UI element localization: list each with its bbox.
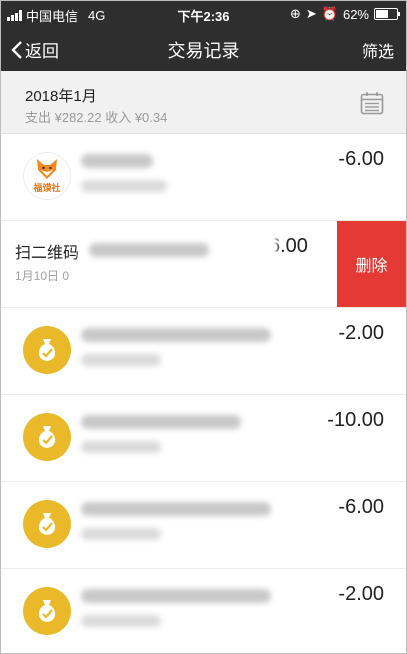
redacted-title bbox=[81, 502, 271, 516]
transaction-amount: -6.00 bbox=[338, 496, 384, 518]
redacted-title bbox=[81, 589, 271, 603]
transaction-amount: -6.00 bbox=[338, 148, 384, 170]
redacted-details bbox=[79, 227, 277, 301]
status-bar: 中国电信 4G 下午2:36 ⊕ ➤ ⏰ 62% bbox=[1, 1, 406, 27]
page-title: 交易记录 bbox=[167, 41, 240, 61]
money-bag-icon bbox=[38, 426, 56, 448]
redacted-subtitle bbox=[81, 528, 161, 540]
transaction-row[interactable]: -10.00 bbox=[1, 395, 406, 482]
fox-icon bbox=[37, 159, 57, 179]
calendar-icon[interactable] bbox=[360, 91, 384, 115]
merchant-logo-text: 福馍社 bbox=[33, 183, 61, 193]
transaction-amount: -2.00 bbox=[338, 322, 384, 344]
merchant-logo: 福馍社 bbox=[23, 152, 71, 200]
transaction-amount: -10.00 bbox=[327, 409, 384, 431]
transaction-row-swiped[interactable]: 扫二维码 1月10日 0 6.00 删除 bbox=[1, 221, 406, 308]
rotation-lock-icon: ⊕ bbox=[289, 6, 301, 21]
filter-button[interactable]: 筛选 bbox=[362, 38, 394, 62]
battery-icon bbox=[374, 8, 400, 20]
redacted-title bbox=[81, 154, 153, 168]
transaction-row[interactable]: 福馍社 -6.00 bbox=[1, 134, 406, 221]
month-title: 2018年1月 bbox=[25, 88, 97, 105]
money-bag-icon bbox=[38, 513, 56, 535]
month-header: 2018年1月 支出 ¥282.22 收入 ¥0.34 bbox=[1, 71, 406, 134]
payment-avatar bbox=[23, 500, 71, 548]
alarm-icon: ⏰ bbox=[321, 6, 338, 21]
payment-avatar bbox=[23, 326, 71, 374]
redacted-title bbox=[81, 415, 241, 429]
redacted-title bbox=[89, 243, 209, 257]
redacted-subtitle bbox=[81, 615, 161, 627]
transaction-row[interactable]: -6.00 bbox=[1, 482, 406, 569]
money-bag-icon bbox=[38, 600, 56, 622]
transaction-amount: -2.00 bbox=[338, 583, 384, 605]
redacted-subtitle bbox=[81, 180, 167, 192]
transaction-date: 1月10日 0 bbox=[15, 269, 70, 283]
redacted-subtitle bbox=[81, 354, 161, 366]
delete-button[interactable]: 删除 bbox=[337, 221, 406, 307]
month-summary: 支出 ¥282.22 收入 ¥0.34 bbox=[25, 110, 168, 125]
money-bag-icon bbox=[38, 339, 56, 361]
transaction-row[interactable]: -2.00 bbox=[1, 569, 406, 653]
payment-avatar bbox=[23, 587, 71, 635]
screen: 中国电信 4G 下午2:36 ⊕ ➤ ⏰ 62% 返回 交易记录 筛选 2018… bbox=[0, 0, 407, 654]
redacted-title bbox=[81, 328, 271, 342]
transaction-row[interactable]: -2.00 bbox=[1, 308, 406, 395]
transaction-title: 扫二维码 bbox=[15, 245, 80, 262]
nav-bar: 返回 交易记录 筛选 bbox=[1, 27, 406, 71]
location-icon: ➤ bbox=[305, 6, 317, 21]
battery-percent: 62% bbox=[342, 6, 369, 22]
payment-avatar bbox=[23, 413, 71, 461]
redacted-subtitle bbox=[81, 441, 161, 453]
